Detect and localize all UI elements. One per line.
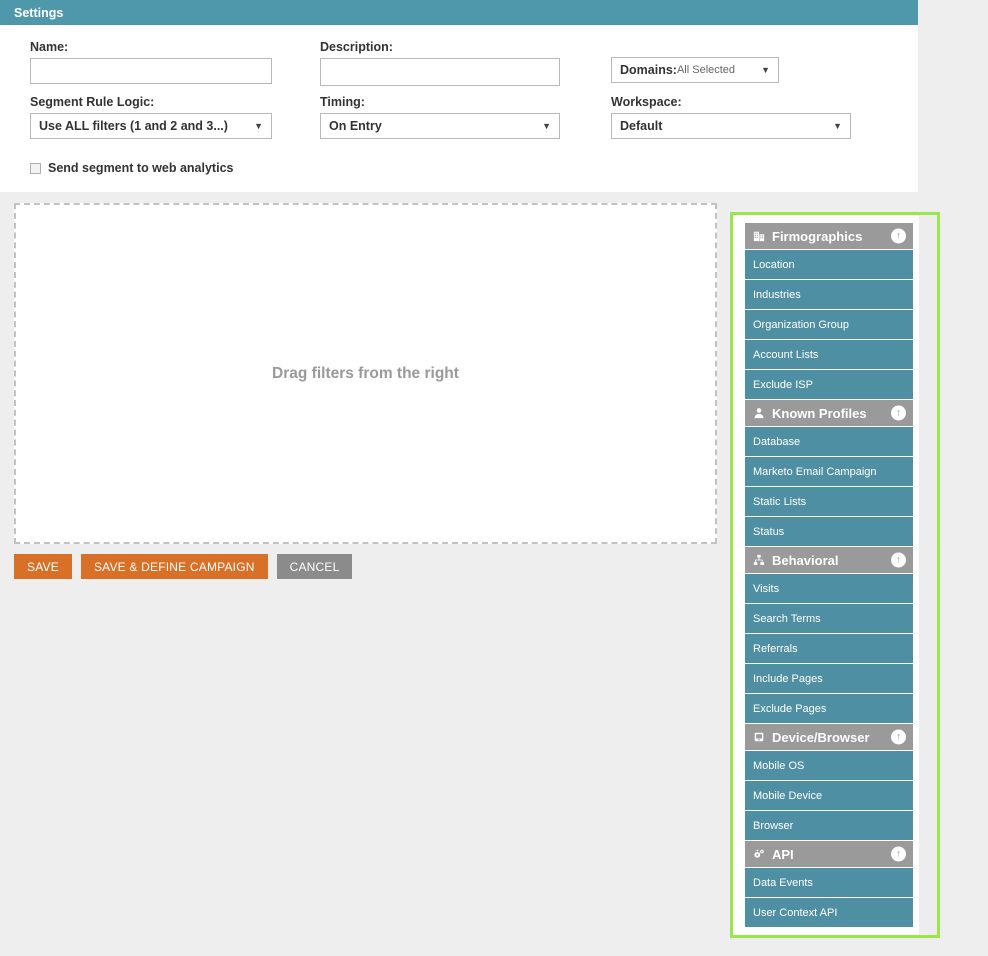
- timing-value: On Entry: [329, 119, 382, 133]
- filter-item[interactable]: Organization Group: [745, 310, 913, 339]
- description-input[interactable]: [320, 58, 560, 86]
- filter-group-header-device-browser[interactable]: Device/Browser ↑: [745, 724, 913, 750]
- collapse-up-icon[interactable]: ↑: [891, 552, 906, 568]
- person-icon: [752, 406, 766, 420]
- filter-group: Known Profiles ↑ Database Marketo Email Cam…: [745, 400, 913, 546]
- timing-label: Timing:: [320, 95, 365, 109]
- timing-select[interactable]: On Entry ▼: [320, 113, 560, 139]
- chevron-down-icon: ▼: [833, 120, 842, 131]
- segment-rule-logic-select[interactable]: Use ALL filters (1 and 2 and 3...) ▼: [30, 113, 272, 139]
- filter-item[interactable]: User Context API: [745, 898, 913, 927]
- filter-group-title: Firmographics: [772, 228, 863, 244]
- filter-groups-container: Firmographics ↑ Location Industries Organiza…: [733, 215, 919, 935]
- filter-item[interactable]: Status: [745, 517, 913, 546]
- segment-rule-logic-label: Segment Rule Logic:: [30, 95, 155, 109]
- chevron-down-icon: ▼: [542, 120, 551, 131]
- web-analytics-label: Send segment to web analytics: [48, 161, 234, 175]
- filter-item[interactable]: Location: [745, 250, 913, 279]
- gears-icon: [752, 847, 766, 861]
- filter-item[interactable]: Include Pages: [745, 664, 913, 693]
- domains-select[interactable]: Domains: All Selected ▼: [611, 57, 779, 83]
- domains-label: Domains:: [620, 63, 677, 77]
- dropzone-placeholder: Drag filters from the right: [272, 364, 459, 382]
- filter-item[interactable]: Account Lists: [745, 340, 913, 369]
- filter-group-header-known-profiles[interactable]: Known Profiles ↑: [745, 400, 913, 426]
- filter-item[interactable]: Mobile OS: [745, 751, 913, 780]
- collapse-up-icon[interactable]: ↑: [891, 405, 906, 421]
- segment-rule-logic-value: Use ALL filters (1 and 2 and 3...): [39, 119, 228, 133]
- filter-group-header-api[interactable]: API ↑: [745, 841, 913, 867]
- description-label: Description:: [320, 40, 393, 54]
- filter-item[interactable]: Static Lists: [745, 487, 913, 516]
- filter-item[interactable]: Visits: [745, 574, 913, 603]
- web-analytics-checkbox[interactable]: [30, 162, 41, 174]
- filter-item[interactable]: Exclude Pages: [745, 694, 913, 723]
- chevron-down-icon: ▼: [761, 64, 770, 75]
- cancel-button[interactable]: CANCEL: [276, 554, 353, 579]
- filter-item[interactable]: Mobile Device: [745, 781, 913, 810]
- sitemap-icon: [752, 553, 766, 567]
- segment-builder-page: Settings Name: Description: Domains: All …: [0, 0, 988, 956]
- name-input[interactable]: [30, 58, 272, 84]
- filter-group-header-behavioral[interactable]: Behavioral ↑: [745, 547, 913, 573]
- filter-item[interactable]: Industries: [745, 280, 913, 309]
- mobile-device-icon: [752, 730, 766, 744]
- filter-group-title: Behavioral: [772, 552, 839, 568]
- workspace-value: Default: [620, 119, 663, 133]
- filter-item[interactable]: Search Terms: [745, 604, 913, 633]
- filter-dropzone[interactable]: Drag filters from the right: [14, 203, 717, 544]
- domains-value: All Selected: [676, 64, 736, 76]
- web-analytics-row: Send segment to web analytics: [30, 161, 233, 175]
- filter-panel-scrollbar[interactable]: [916, 215, 937, 935]
- filter-item[interactable]: Marketo Email Campaign: [745, 457, 913, 486]
- filter-item[interactable]: Referrals: [745, 634, 913, 663]
- collapse-up-icon[interactable]: ↑: [891, 846, 906, 862]
- filter-group: Behavioral ↑ Visits Search Terms Referrals In…: [745, 547, 913, 723]
- building-icon: [752, 229, 766, 243]
- filter-group: API ↑ Data Events User Context API: [745, 841, 913, 927]
- workspace-select[interactable]: Default ▼: [611, 113, 851, 139]
- filter-group: Firmographics ↑ Location Industries Organiza…: [745, 223, 913, 399]
- settings-panel: Settings Name: Description: Domains: All …: [0, 0, 918, 192]
- filter-library-panel: Firmographics ↑ Location Industries Organiza…: [730, 212, 940, 938]
- save-button[interactable]: SAVE: [14, 554, 72, 579]
- workspace-label: Workspace:: [611, 95, 682, 109]
- filter-group-title: Known Profiles: [772, 405, 867, 421]
- settings-title: Settings: [0, 0, 918, 25]
- save-define-campaign-button[interactable]: SAVE & DEFINE CAMPAIGN: [80, 554, 268, 579]
- filter-group-title: Device/Browser: [772, 729, 870, 745]
- chevron-down-icon: ▼: [254, 120, 263, 131]
- action-buttons: SAVE SAVE & DEFINE CAMPAIGN CANCEL: [14, 554, 353, 579]
- filter-group-title: API: [772, 846, 794, 862]
- filter-group-header-firmographics[interactable]: Firmographics ↑: [745, 223, 913, 249]
- filter-item[interactable]: Exclude ISP: [745, 370, 913, 399]
- settings-title-label: Settings: [14, 5, 64, 20]
- collapse-up-icon[interactable]: ↑: [891, 729, 906, 745]
- filter-item[interactable]: Database: [745, 427, 913, 456]
- filter-group: Device/Browser ↑ Mobile OS Mobile Device Bro…: [745, 724, 913, 840]
- collapse-up-icon[interactable]: ↑: [891, 228, 906, 244]
- name-label: Name:: [30, 40, 69, 54]
- filter-item[interactable]: Data Events: [745, 868, 913, 897]
- filter-item[interactable]: Browser: [745, 811, 913, 840]
